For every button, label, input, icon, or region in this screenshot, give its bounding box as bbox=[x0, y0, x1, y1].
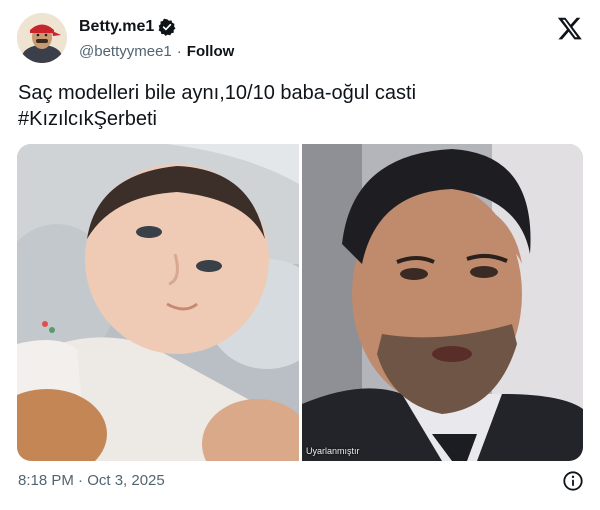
avatar[interactable] bbox=[17, 13, 67, 63]
media-caption: Uyarlanmıştır bbox=[306, 446, 360, 456]
handle[interactable]: @bettyymee1 bbox=[79, 43, 172, 60]
display-name[interactable]: Betty.me1 bbox=[79, 18, 154, 36]
media-photo-man[interactable]: Uyarlanmıştır bbox=[302, 144, 583, 461]
timestamp[interactable]: 8:18 PM · Oct 3, 2025 bbox=[18, 472, 165, 489]
tweet-header: Betty.me1 @bettyymee1 · Follow bbox=[17, 11, 583, 65]
tweet-text: Saç modelleri bile aynı,10/10 baba-oğul … bbox=[18, 80, 584, 132]
info-icon[interactable] bbox=[562, 470, 584, 492]
media-grid: Uyarlanmıştır bbox=[17, 144, 583, 461]
hashtag-link[interactable]: #KızılcıkŞerbeti bbox=[18, 106, 584, 132]
media-photo-baby[interactable] bbox=[17, 144, 299, 461]
follow-button[interactable]: Follow bbox=[187, 43, 235, 60]
separator-dot: · bbox=[176, 42, 182, 60]
verified-badge-icon bbox=[158, 18, 176, 36]
tweet-text-line: Saç modelleri bile aynı,10/10 baba-oğul … bbox=[18, 82, 417, 104]
tweet-footer: 8:18 PM · Oct 3, 2025 bbox=[18, 470, 584, 492]
x-logo-icon[interactable] bbox=[557, 15, 583, 41]
